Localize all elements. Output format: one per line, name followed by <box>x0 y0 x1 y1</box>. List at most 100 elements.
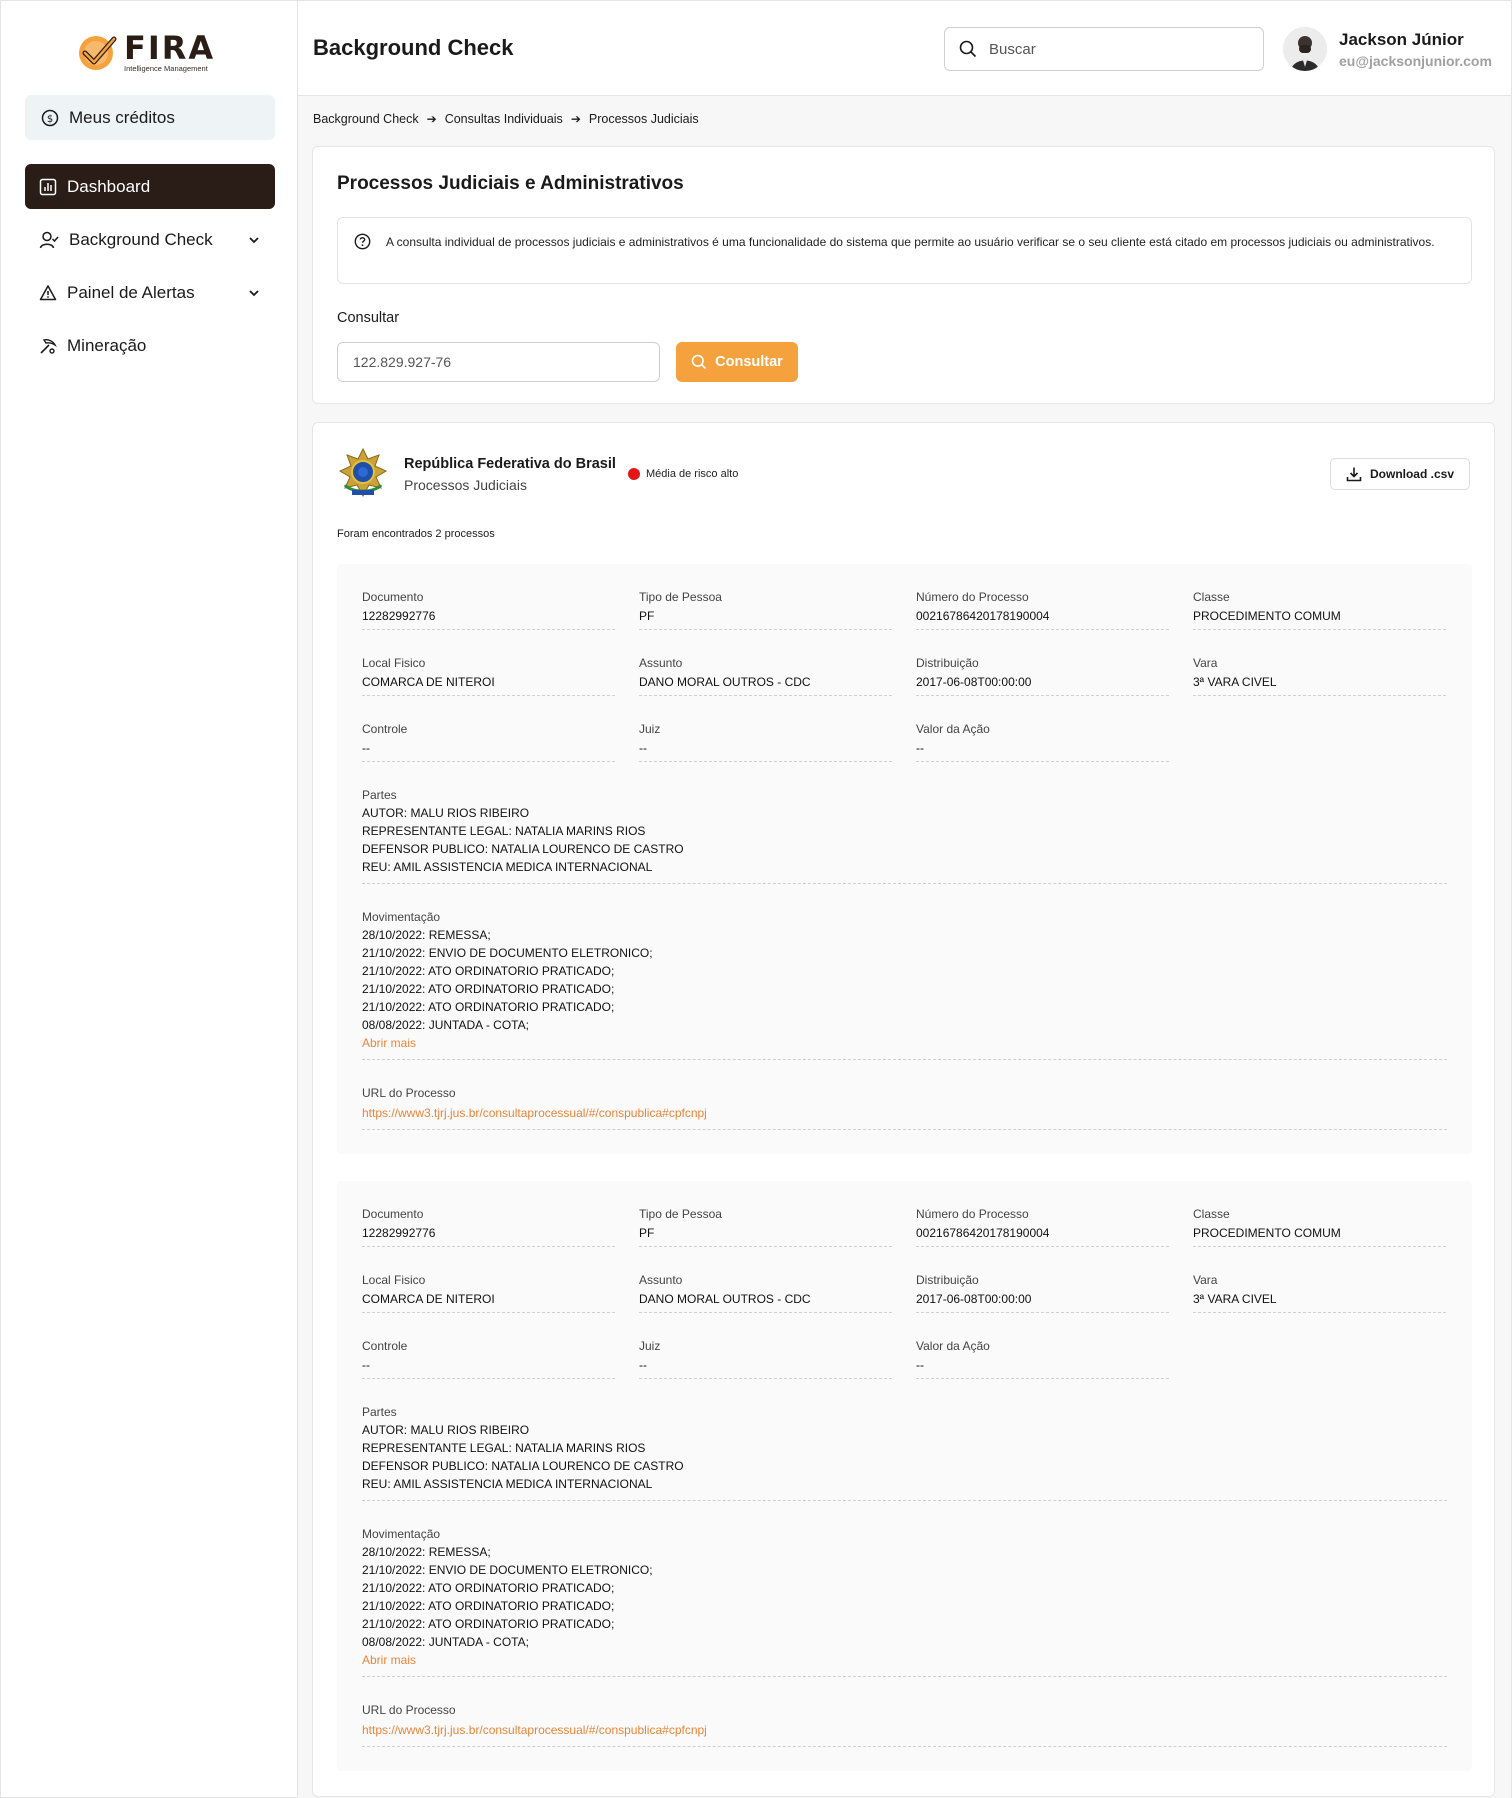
main-content: Background Check Buscar Jackson Júnior e… <box>298 0 1512 1798</box>
field-vara: Vara 3ª VARA CIVEL <box>1193 1271 1446 1337</box>
movimentacao-item: 21/10/2022: ATO ORDINATORIO PRATICADO; <box>362 1581 615 1595</box>
field-url: URL do Processo https://www3.tjrj.jus.br… <box>362 1701 1447 1747</box>
found-count: Foram encontrados 2 processos <box>337 528 495 540</box>
field-label: Classe <box>1193 590 1230 604</box>
field-numero-processo: Número do Processo 00216786420178190004 <box>916 1205 1169 1271</box>
field-value: 00216786420178190004 <box>916 609 1050 623</box>
field-label: Distribuição <box>916 656 979 670</box>
field-controle: Controle -- <box>362 1337 615 1403</box>
parte-item: REPRESENTANTE LEGAL: NATALIA MARINS RIOS <box>362 1441 646 1455</box>
field-value: PF <box>639 1226 655 1240</box>
dollar-icon: $ <box>41 109 59 126</box>
sidebar-item-background-check[interactable]: Background Check <box>25 217 275 262</box>
field-label: Controle <box>362 1339 408 1353</box>
field-label: Vara <box>1193 656 1218 670</box>
search-icon <box>959 40 977 58</box>
field-value: -- <box>916 1358 924 1372</box>
field-label: Tipo de Pessoa <box>639 590 722 604</box>
cpf-input-value: 122.829.927-76 <box>353 354 452 370</box>
logo-subtitle: Intelligence Management <box>124 63 208 73</box>
field-label: Valor da Ação <box>916 1339 990 1353</box>
field-value: 3ª VARA CIVEL <box>1193 1292 1277 1306</box>
consult-button[interactable]: Consultar <box>676 342 798 382</box>
field-assunto: Assunto DANO MORAL OUTROS - CDC <box>639 1271 892 1337</box>
parte-item: REU: AMIL ASSISTENCIA MEDICA INTERNACION… <box>362 860 653 874</box>
search-icon <box>691 354 707 370</box>
process-card: Documento 12282992776 Tipo de Pessoa PF Nú… <box>337 564 1472 1154</box>
field-documento: Documento 12282992776 <box>362 588 615 654</box>
field-value: 2017-06-08T00:00:00 <box>916 1292 1032 1306</box>
movimentacao-item: 28/10/2022: REMESSA; <box>362 1545 491 1559</box>
field-label: Tipo de Pessoa <box>639 1207 722 1221</box>
field-movimentacao: Movimentação 28/10/2022: REMESSA; 21/10/… <box>362 908 1447 1060</box>
chevron-down-icon[interactable] <box>247 286 261 300</box>
field-valor-acao: Valor da Ação -- <box>916 720 1169 786</box>
field-value: 12282992776 <box>362 1226 436 1240</box>
svg-text:$: $ <box>47 114 53 125</box>
field-label: Juiz <box>639 1339 661 1353</box>
process-url-link[interactable]: https://www3.tjrj.jus.br/consultaprocess… <box>362 1104 1447 1122</box>
sidebar-item-painel-alertas[interactable]: Painel de Alertas <box>25 270 275 315</box>
download-csv-button[interactable]: Download .csv <box>1330 458 1470 490</box>
app-root: FIRA Intelligence Management $ Meus créd… <box>0 0 1512 1798</box>
field-juiz: Juiz -- <box>639 720 892 786</box>
field-label: URL do Processo <box>362 1086 456 1100</box>
field-label: Vara <box>1193 1273 1218 1287</box>
field-value: -- <box>639 1358 647 1372</box>
arrow-right-icon: ➔ <box>570 112 581 126</box>
process-url-link[interactable]: https://www3.tjrj.jus.br/consultaprocess… <box>362 1721 1447 1739</box>
sidebar-item-label: Background Check <box>69 229 213 249</box>
field-value: 3ª VARA CIVEL <box>1193 675 1277 689</box>
field-movimentacao: Movimentação 28/10/2022: REMESSA; 21/10/… <box>362 1525 1447 1677</box>
movimentacao-item: 21/10/2022: ATO ORDINATORIO PRATICADO; <box>362 1000 615 1014</box>
parte-item: DEFENSOR PUBLICO: NATALIA LOURENCO DE CA… <box>362 842 684 856</box>
field-value: -- <box>639 741 647 755</box>
result-card: República Federativa do Brasil Processos… <box>312 422 1495 1797</box>
cpf-input[interactable]: 122.829.927-76 <box>337 342 660 382</box>
field-classe: Classe PROCEDIMENTO COMUM <box>1193 588 1446 654</box>
consult-label: Consultar <box>337 310 400 326</box>
parte-item: DEFENSOR PUBLICO: NATALIA LOURENCO DE CA… <box>362 1459 684 1473</box>
field-tipo-pessoa: Tipo de Pessoa PF <box>639 588 892 654</box>
field-local-fisico: Local Fisico COMARCA DE NITEROI <box>362 654 615 720</box>
chevron-down-icon[interactable] <box>247 233 261 247</box>
field-label: URL do Processo <box>362 1703 456 1717</box>
field-label: Classe <box>1193 1207 1230 1221</box>
field-value: 12282992776 <box>362 609 436 623</box>
info-text: A consulta individual de processos judic… <box>386 235 1435 249</box>
logo-check-icon <box>79 36 117 70</box>
mining-icon <box>40 338 57 354</box>
info-box: A consulta individual de processos judic… <box>337 217 1472 284</box>
field-controle: Controle -- <box>362 720 615 786</box>
movimentacao-item: 08/08/2022: JUNTADA - COTA; <box>362 1635 529 1649</box>
logo-word: FIRA <box>124 28 216 67</box>
avatar[interactable] <box>1283 27 1327 71</box>
field-value: PROCEDIMENTO COMUM <box>1193 1226 1341 1240</box>
field-tipo-pessoa: Tipo de Pessoa PF <box>639 1205 892 1271</box>
abrir-mais-link[interactable]: Abrir mais <box>362 1034 1447 1052</box>
query-card-title: Processos Judiciais e Administrativos <box>337 173 684 194</box>
search-placeholder: Buscar <box>989 40 1036 58</box>
avatar-image <box>1283 27 1327 71</box>
field-vara: Vara 3ª VARA CIVEL <box>1193 654 1446 720</box>
logo[interactable]: FIRA Intelligence Management <box>76 31 215 73</box>
field-juiz: Juiz -- <box>639 1337 892 1403</box>
breadcrumb-item[interactable]: Background Check <box>313 112 419 126</box>
sidebar-item-dashboard[interactable]: Dashboard <box>25 164 275 209</box>
parte-item: REPRESENTANTE LEGAL: NATALIA MARINS RIOS <box>362 824 646 838</box>
search-input[interactable]: Buscar <box>944 27 1264 71</box>
field-value: DANO MORAL OUTROS - CDC <box>639 675 811 689</box>
abrir-mais-link[interactable]: Abrir mais <box>362 1651 1447 1669</box>
user-menu[interactable]: Jackson Júnior eu@jacksonjunior.com <box>1283 27 1492 71</box>
sidebar-nav: Dashboard Background Check Painel de Ale… <box>25 164 275 376</box>
credits-button[interactable]: $ Meus créditos <box>25 95 275 140</box>
field-label: Número do Processo <box>916 590 1029 604</box>
field-label: Juiz <box>639 722 661 736</box>
parte-item: AUTOR: MALU RIOS RIBEIRO <box>362 806 530 820</box>
breadcrumb-current: Processos Judiciais <box>588 112 699 126</box>
field-value: COMARCA DE NITEROI <box>362 1292 495 1306</box>
movimentacao-item: 21/10/2022: ENVIO DE DOCUMENTO ELETRONIC… <box>362 1563 653 1577</box>
movimentacao-item: 28/10/2022: REMESSA; <box>362 928 491 942</box>
sidebar-item-mineracao[interactable]: Mineração <box>25 323 275 368</box>
breadcrumb-item[interactable]: Consultas Individuais <box>445 112 563 126</box>
